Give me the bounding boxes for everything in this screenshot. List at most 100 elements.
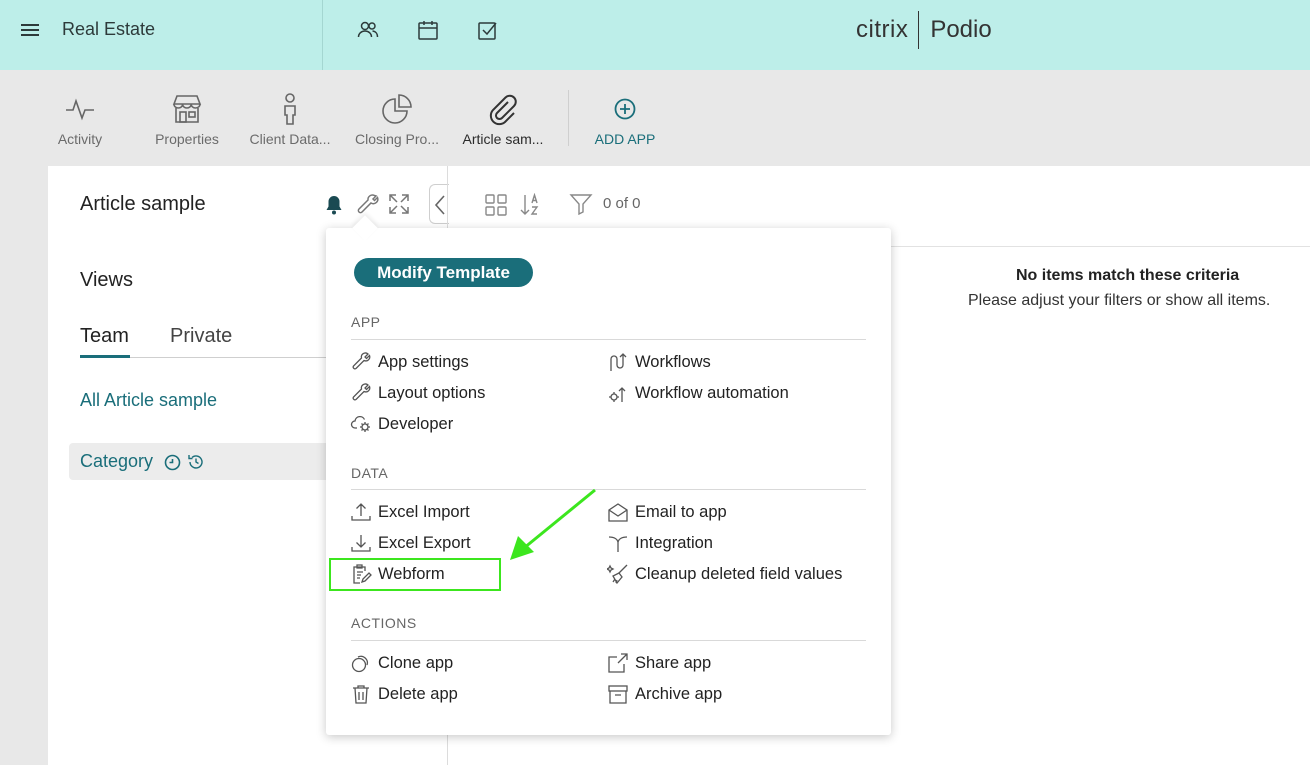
tab-team[interactable]: Team bbox=[80, 325, 129, 348]
upload-icon bbox=[351, 503, 371, 521]
webform-highlight-box bbox=[329, 558, 501, 591]
filter-icon[interactable] bbox=[569, 193, 593, 215]
envelope-open-icon bbox=[608, 503, 628, 522]
brand-logo: citrix Podio bbox=[856, 10, 992, 50]
menu-item-excel-export[interactable]: Excel Export bbox=[350, 532, 471, 554]
app-article-sample[interactable]: Article sam... bbox=[453, 92, 553, 147]
menu-item-label: App settings bbox=[378, 352, 469, 371]
app-bar: Activity Properties Client Data... Closi… bbox=[0, 70, 1310, 166]
plus-circle-icon bbox=[614, 98, 636, 120]
appbar-divider bbox=[568, 90, 569, 146]
expand-icon[interactable] bbox=[388, 193, 410, 215]
archive-icon bbox=[608, 685, 628, 704]
section-heading-actions: ACTIONS bbox=[351, 615, 417, 631]
app-activity[interactable]: Activity bbox=[30, 92, 130, 147]
wrench-icon[interactable] bbox=[356, 193, 380, 217]
calendar-icon[interactable] bbox=[416, 18, 440, 42]
workspace-name[interactable]: Real Estate bbox=[62, 19, 155, 40]
wrench-icon bbox=[352, 352, 371, 370]
menu-item-label: Delete app bbox=[378, 684, 458, 703]
app-client-data[interactable]: Client Data... bbox=[240, 92, 340, 147]
sort-az-icon[interactable] bbox=[518, 193, 542, 217]
app-title: Article sample bbox=[80, 193, 206, 215]
trash-icon bbox=[353, 685, 369, 704]
annotation-arrow-icon bbox=[510, 488, 596, 560]
tab-active-indicator bbox=[80, 355, 130, 358]
views-tabs: Team Private bbox=[80, 325, 326, 358]
app-properties[interactable]: Properties bbox=[137, 92, 237, 147]
brand-podio: Podio bbox=[930, 16, 992, 43]
menu-item-delete-app[interactable]: Delete app bbox=[350, 683, 458, 705]
grid-view-icon[interactable] bbox=[484, 193, 508, 217]
clone-icon bbox=[351, 655, 369, 673]
brand-citrix: citrix bbox=[856, 16, 909, 43]
add-app-button[interactable]: ADD APP bbox=[575, 92, 675, 147]
menu-item-label: Layout options bbox=[378, 383, 486, 402]
menu-item-label: Workflows bbox=[635, 352, 711, 371]
menu-item-email-to-app[interactable]: Email to app bbox=[607, 501, 727, 523]
topbar-divider bbox=[322, 0, 323, 70]
paperclip-icon bbox=[489, 94, 517, 126]
app-label: Properties bbox=[155, 131, 219, 147]
menu-item-label: Cleanup deleted field values bbox=[635, 564, 843, 583]
menu-item-label: Excel Export bbox=[378, 533, 471, 552]
app-label: ADD APP bbox=[594, 131, 656, 147]
activity-icon bbox=[66, 98, 94, 121]
workflow-automation-icon bbox=[609, 387, 626, 402]
app-closing-pro[interactable]: Closing Pro... bbox=[347, 92, 447, 147]
pie-chart-icon bbox=[382, 94, 412, 124]
menu-icon[interactable] bbox=[20, 20, 40, 40]
category-label: Category bbox=[80, 451, 154, 471]
app-label: Client Data... bbox=[249, 131, 331, 147]
app-label: Article sam... bbox=[462, 131, 544, 147]
menu-item-layout-options[interactable]: Layout options bbox=[350, 382, 485, 404]
menu-item-label: Email to app bbox=[635, 502, 727, 521]
menu-item-label: Excel Import bbox=[378, 502, 470, 521]
section-divider bbox=[351, 640, 866, 641]
collapse-panel-button[interactable] bbox=[429, 184, 449, 224]
all-items-view-link[interactable]: All Article sample bbox=[80, 390, 217, 411]
modify-template-button[interactable]: Modify Template bbox=[354, 258, 533, 287]
menu-item-excel-import[interactable]: Excel Import bbox=[350, 501, 470, 523]
menu-item-label: Integration bbox=[635, 533, 713, 552]
tasks-icon[interactable] bbox=[476, 18, 500, 42]
tab-private[interactable]: Private bbox=[170, 325, 232, 348]
section-heading-data: DATA bbox=[351, 465, 389, 481]
menu-item-label: Share app bbox=[635, 653, 712, 672]
clock-icon bbox=[164, 454, 181, 471]
chevron-left-icon bbox=[434, 195, 445, 215]
menu-item-label: Developer bbox=[378, 414, 454, 433]
item-count: 0 of 0 bbox=[603, 195, 641, 212]
cloud-gear-icon bbox=[350, 415, 370, 432]
left-gutter bbox=[0, 166, 48, 765]
workflow-icon bbox=[610, 353, 627, 371]
menu-item-share-app[interactable]: Share app bbox=[607, 652, 711, 674]
person-icon bbox=[284, 93, 296, 125]
section-heading-app: APP bbox=[351, 314, 381, 330]
menu-item-label: Workflow automation bbox=[635, 383, 789, 402]
storefront-icon bbox=[172, 95, 202, 123]
menu-item-workflow-automation[interactable]: Workflow automation bbox=[607, 382, 789, 404]
share-icon bbox=[608, 653, 628, 673]
app-label: Closing Pro... bbox=[354, 131, 440, 147]
views-title: Views bbox=[80, 269, 133, 291]
download-icon bbox=[351, 535, 371, 552]
menu-item-developer[interactable]: Developer bbox=[350, 413, 453, 435]
history-icon[interactable] bbox=[187, 453, 205, 471]
menu-item-clone-app[interactable]: Clone app bbox=[350, 652, 453, 674]
menu-item-workflows[interactable]: Workflows bbox=[607, 351, 711, 373]
menu-item-integration[interactable]: Integration bbox=[607, 532, 713, 554]
integration-icon bbox=[608, 536, 628, 552]
menu-item-app-settings[interactable]: App settings bbox=[350, 351, 469, 373]
broom-icon bbox=[607, 564, 628, 585]
menu-item-archive-app[interactable]: Archive app bbox=[607, 683, 722, 705]
brand-separator bbox=[918, 11, 920, 49]
empty-state-title: No items match these criteria bbox=[1016, 267, 1240, 284]
bell-icon[interactable] bbox=[324, 194, 344, 216]
menu-item-label: Archive app bbox=[635, 684, 723, 703]
contacts-icon[interactable] bbox=[356, 18, 380, 42]
menu-item-cleanup-deleted-fields[interactable]: Cleanup deleted field values bbox=[607, 563, 842, 585]
empty-state-subtitle: Please adjust your filters or show all i… bbox=[968, 292, 1271, 309]
menu-item-label: Clone app bbox=[378, 653, 454, 672]
category-view[interactable]: Category bbox=[69, 443, 326, 480]
